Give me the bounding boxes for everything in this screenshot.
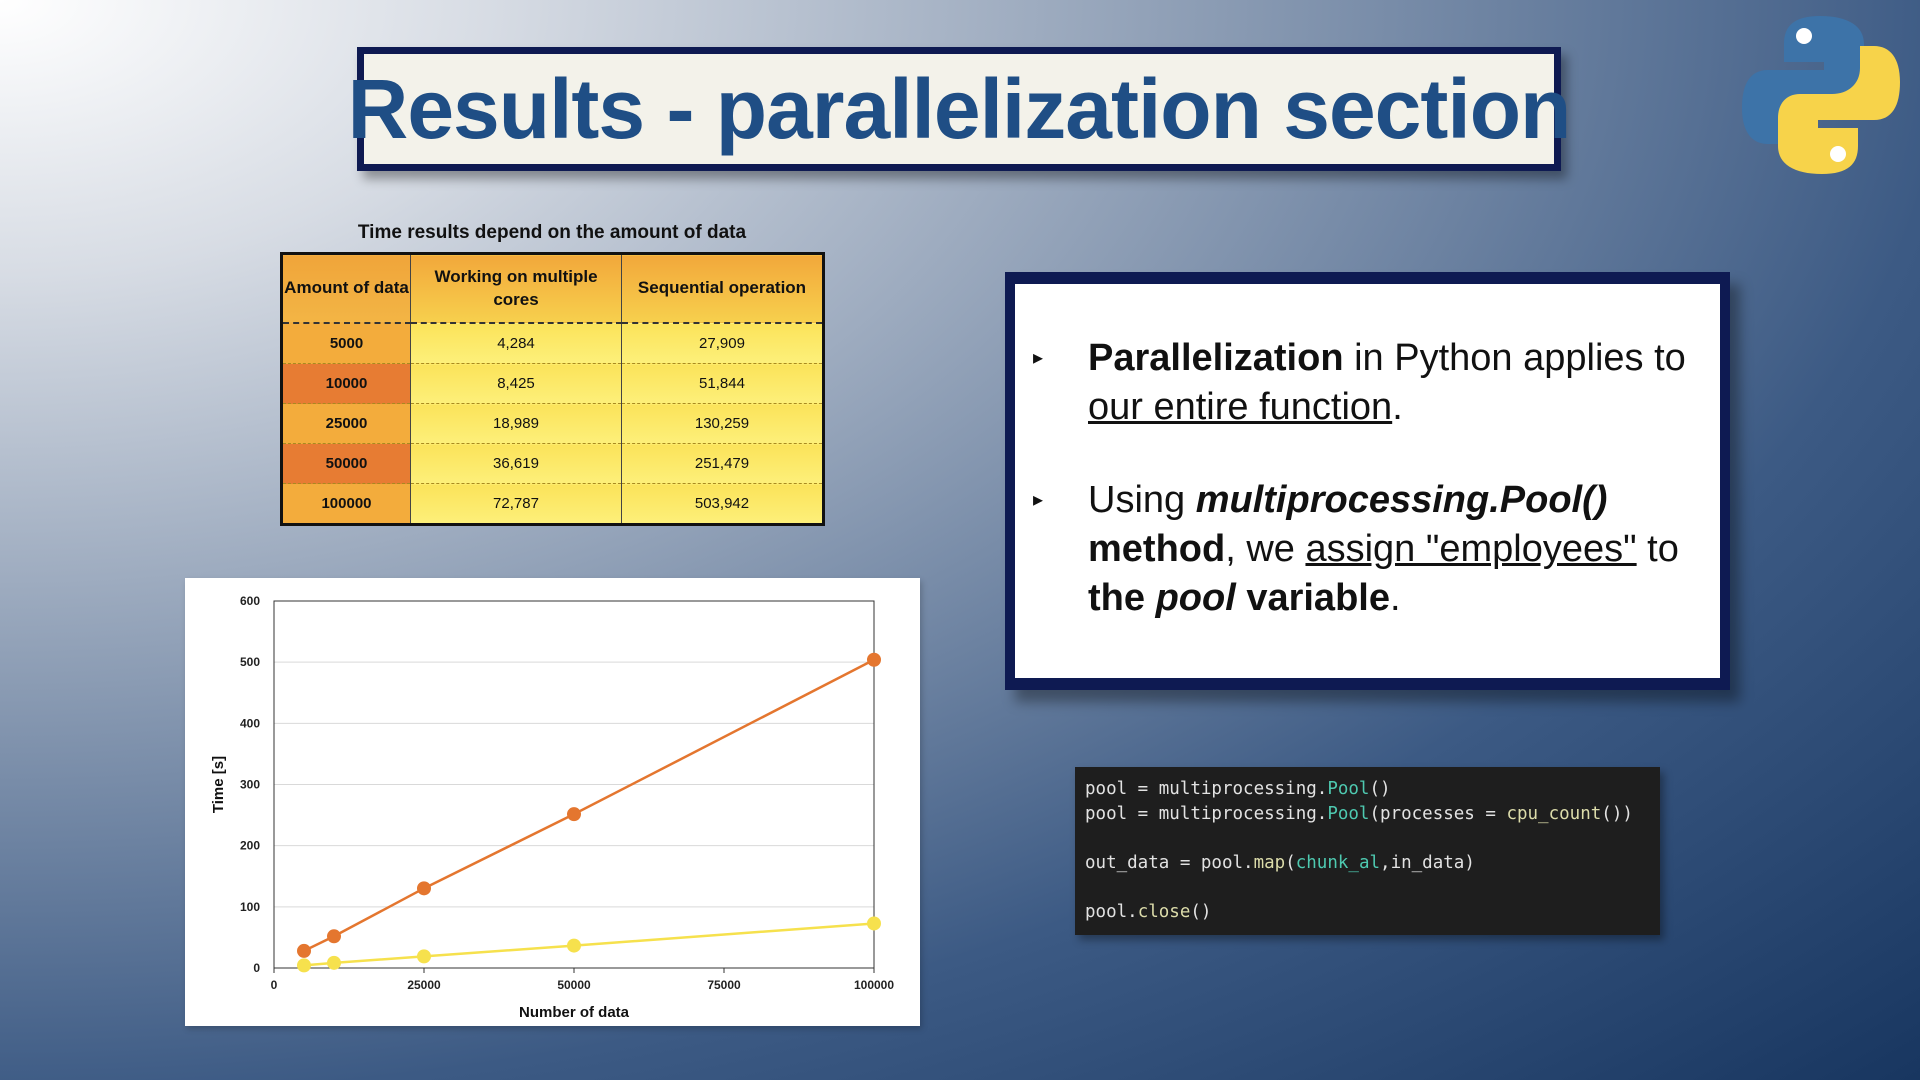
series-line-2: [303, 922, 875, 967]
bullet-to: to: [1636, 528, 1679, 570]
x-tick-label: 100000: [854, 978, 894, 992]
x-axis-title: Number of data: [519, 1004, 630, 1021]
y-tick-label: 200: [240, 839, 260, 853]
x-tick-label: 50000: [557, 978, 591, 992]
code-snippet: pool = multiprocessing.Pool() pool = mul…: [1075, 767, 1660, 935]
header-multicore: Working on multiple cores: [410, 253, 622, 324]
page-title: Results - parallelization section: [347, 61, 1572, 156]
cell-multicore: 8,425: [410, 363, 622, 404]
table-row: 10000 8,425 51,844: [281, 363, 824, 404]
text-frame: ▸ Parallelization in Python applies to o…: [1005, 272, 1730, 690]
cell-amount: 100000: [281, 483, 411, 525]
cell-sequential: 27,909: [621, 323, 824, 364]
time-chart: 0 100 200 300 400 500 600 0 25000 50000 75000 10000…: [210, 594, 894, 1021]
y-tick-label: 400: [240, 716, 260, 730]
bullet-method: multiprocessing.Pool(): [1195, 479, 1608, 521]
table-caption: Time results depend on the amount of dat…: [357, 222, 747, 243]
cell-multicore: 72,787: [410, 483, 622, 525]
y-tick-label: 100: [240, 900, 260, 914]
table-row: 50000 36,619 251,479: [281, 443, 824, 484]
triangle-bullet-icon: ▸: [1033, 489, 1044, 511]
data-point: [867, 652, 881, 667]
title-box: Results - parallelization section: [348, 47, 1571, 171]
bullet-the: the: [1088, 577, 1156, 619]
results-table: Amount of data Working on multiple cores…: [280, 252, 825, 526]
cell-amount: 25000: [281, 403, 411, 444]
header-amount: Amount of data: [281, 253, 411, 324]
cell-sequential: 51,844: [621, 363, 824, 404]
bullet-underlined: assign "employees": [1305, 528, 1637, 570]
x-tick-label: 0: [271, 978, 278, 992]
bullet-variable: variable: [1235, 577, 1390, 619]
bullet-pre: Using: [1088, 479, 1196, 521]
data-point: [327, 929, 341, 944]
cell-sequential: 251,479: [621, 443, 824, 484]
cell-multicore: 4,284: [410, 323, 622, 364]
x-tick-label: 75000: [707, 978, 741, 992]
cell-amount: 50000: [281, 443, 411, 484]
data-point: [297, 943, 311, 958]
table-row: 100000 72,787 503,942: [281, 483, 824, 525]
data-point: [417, 949, 431, 964]
bullet-text: Using multiprocessing.Pool() method, we …: [1088, 476, 1718, 623]
code-line: out_data = pool.map(chunk_al,in_data): [1085, 853, 1475, 873]
bullet-end: .: [1392, 386, 1403, 428]
bullet-bold: Parallelization: [1088, 337, 1344, 379]
y-tick-label: 600: [240, 594, 260, 608]
y-tick-label: 500: [240, 655, 260, 669]
code-line: pool.close(): [1085, 902, 1212, 922]
table-header-row: Amount of data Working on multiple cores…: [281, 253, 824, 324]
data-point: [297, 958, 311, 973]
bullet-method-word: method: [1088, 528, 1226, 570]
y-axis-title: Time [s]: [210, 756, 227, 813]
cell-amount: 10000: [281, 363, 411, 404]
bullet-mid: , we: [1225, 528, 1306, 570]
bullet-pool: pool: [1155, 577, 1236, 619]
data-point: [567, 807, 581, 822]
code-line: pool = multiprocessing.Pool(): [1085, 779, 1391, 799]
data-point: [567, 938, 581, 953]
data-point: [417, 881, 431, 896]
y-tick-label: 0: [253, 961, 260, 975]
cell-sequential: 130,259: [621, 403, 824, 444]
chart-panel: 0 100 200 300 400 500 600 0 25000 50000 75000 10000…: [185, 578, 920, 1026]
data-point: [867, 916, 881, 931]
bullet-end: .: [1389, 577, 1401, 619]
code-line: pool = multiprocessing.Pool(processes = …: [1085, 804, 1633, 824]
table-row: 25000 18,989 130,259: [281, 403, 824, 444]
bullet-text: Parallelization in Python applies to our…: [1088, 334, 1718, 432]
cell-amount: 5000: [281, 323, 411, 364]
table-row: 5000 4,284 27,909: [281, 323, 824, 364]
header-sequential: Sequential operation: [621, 253, 824, 324]
python-logo-icon: [1742, 16, 1900, 174]
data-point: [327, 955, 341, 970]
text-box: ▸ Parallelization in Python applies to o…: [1015, 284, 1720, 678]
triangle-bullet-icon: ▸: [1033, 347, 1044, 369]
bullet-rest: in Python applies to: [1343, 337, 1686, 379]
cell-sequential: 503,942: [621, 483, 824, 525]
cell-multicore: 18,989: [410, 403, 622, 444]
y-tick-label: 300: [240, 778, 260, 792]
cell-multicore: 36,619: [410, 443, 622, 484]
bullet-underlined: our entire function: [1088, 386, 1393, 428]
x-tick-label: 25000: [407, 978, 441, 992]
